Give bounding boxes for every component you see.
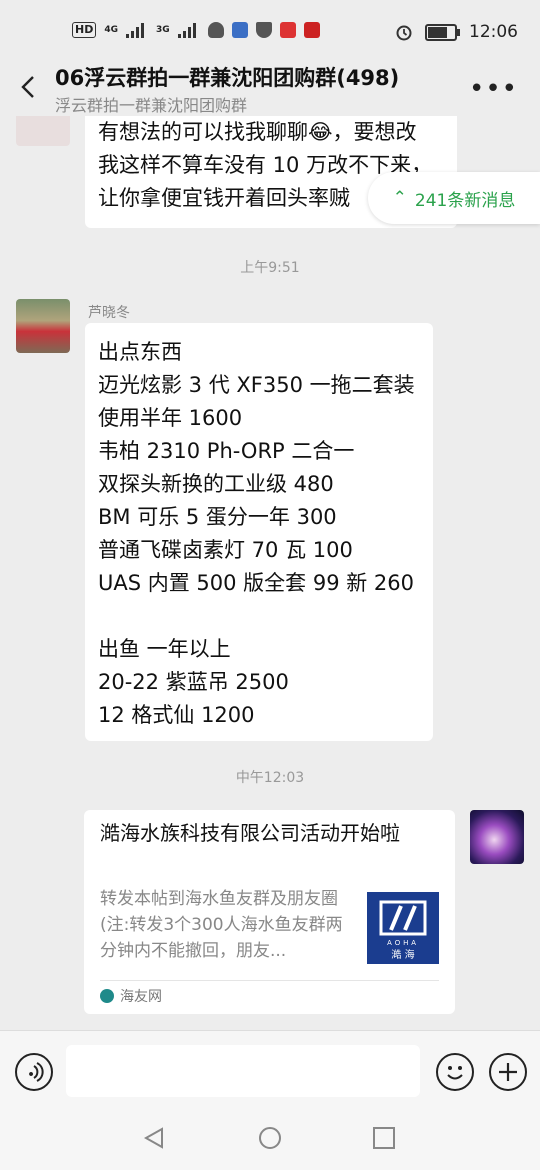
message-line: 出点东西 <box>98 340 182 364</box>
message-line: 韦柏 2310 Ph-ORP 二合一 <box>98 439 355 463</box>
input-bar <box>0 1030 540 1107</box>
alarm-icon <box>396 25 412 41</box>
stock-app-icon <box>279 22 296 38</box>
net2-label: 3G <box>156 25 170 35</box>
battery-icon <box>425 23 460 41</box>
nav-home-icon[interactable] <box>258 1126 282 1150</box>
shield-icon <box>255 22 272 38</box>
card-title: 澔海水族科技有限公司活动开始啦 <box>100 821 400 845</box>
message-line: 出鱼 一年以上 <box>98 637 231 661</box>
net1-label: 4G <box>104 25 118 35</box>
card-description: 转发本帖到海水鱼友群及朋友圈(注:转发3个300人海水鱼友群两分钟内不能撤回，朋… <box>100 889 343 961</box>
status-right: 12:06 <box>395 22 518 42</box>
emoji-icon[interactable] <box>436 1053 474 1091</box>
message-line: 20-22 紫蓝吊 2500 <box>98 670 289 694</box>
signal-icon <box>126 22 148 38</box>
hd-icon: HD <box>72 22 97 38</box>
timestamp: 上午9:51 <box>240 260 300 276</box>
message-line: 迈光炫影 3 代 XF350 一拖二套装 <box>98 373 415 397</box>
logo-text: AOHA <box>387 940 419 947</box>
chat-header: 06浮云群拍一群兼沈阳团购群(498) 浮云群拍一群兼沈阳团购群 ••• <box>0 62 540 116</box>
app-icon <box>231 22 248 38</box>
new-messages-label: 241条新消息 <box>414 190 516 211</box>
my-avatar[interactable] <box>470 810 524 864</box>
more-menu-icon[interactable]: ••• <box>469 74 518 104</box>
signal-icon-2 <box>177 22 200 38</box>
avatar[interactable] <box>16 116 70 146</box>
new-messages-button[interactable]: ⌃ 241条新消息 <box>368 172 540 224</box>
aoha-logo-icon: AOHA 澔 海 <box>379 900 427 961</box>
message-bubble-2[interactable]: 出点东西 迈光炫影 3 代 XF350 一拖二套装 使用半年 1600 韦柏 2… <box>85 323 433 741</box>
message-line: 双探头新换的工业级 480 <box>98 472 334 496</box>
chat-subtitle: 浮云群拍一群兼沈阳团购群 <box>55 96 248 115</box>
source-icon <box>100 989 114 1003</box>
message-input[interactable] <box>66 1045 420 1097</box>
chat-title: 06浮云群拍一群兼沈阳团购群(498) <box>55 66 400 90</box>
system-nav-bar <box>0 1106 540 1170</box>
qq-icon <box>207 22 224 38</box>
nav-back-icon[interactable] <box>142 1126 166 1150</box>
double-chevron-up-icon: ⌃ <box>392 188 407 208</box>
message-line: 使用半年 1600 <box>98 406 243 430</box>
back-arrow-icon[interactable] <box>14 72 44 102</box>
shared-link-card[interactable]: 澔海水族科技有限公司活动开始啦 转发本帖到海水鱼友群及朋友圈(注:转发3个300… <box>84 810 455 1014</box>
message-line: 有想法的可以找我聊聊😂，要想改 <box>98 120 417 144</box>
card-thumbnail: AOHA 澔 海 <box>367 892 439 964</box>
status-bar: HD 4G 3G 12:06 <box>0 0 540 62</box>
status-time: 12:06 <box>469 22 518 42</box>
logo-cn-text: 澔 海 <box>391 948 414 961</box>
nav-recents-icon[interactable] <box>373 1127 395 1149</box>
sender-avatar[interactable] <box>16 299 70 353</box>
card-divider <box>100 980 439 981</box>
status-left: HD 4G 3G <box>72 22 320 38</box>
timestamp: 中午12:03 <box>235 770 305 786</box>
card-source-label: 海友网 <box>120 989 162 1005</box>
plus-icon[interactable] <box>489 1053 527 1091</box>
message-line: UAS 内置 500 版全套 99 新 260 <box>98 571 415 595</box>
sender-name: 芦晓冬 <box>88 305 130 321</box>
message-line: BM 可乐 5 蛋分一年 300 <box>98 505 337 529</box>
news-app-icon <box>303 22 320 38</box>
message-line <box>98 600 433 633</box>
message-line: 12 格式仙 1200 <box>98 703 255 727</box>
chat-area[interactable]: 有想法的可以找我聊聊😂，要想改 我这样不算车没有 10 万改不下来， 让你拿便宜… <box>0 116 540 1030</box>
message-line: 普通飞碟卤素灯 70 瓦 100 <box>98 538 353 562</box>
card-source: 海友网 <box>100 986 162 1006</box>
voice-input-icon[interactable] <box>15 1053 53 1091</box>
